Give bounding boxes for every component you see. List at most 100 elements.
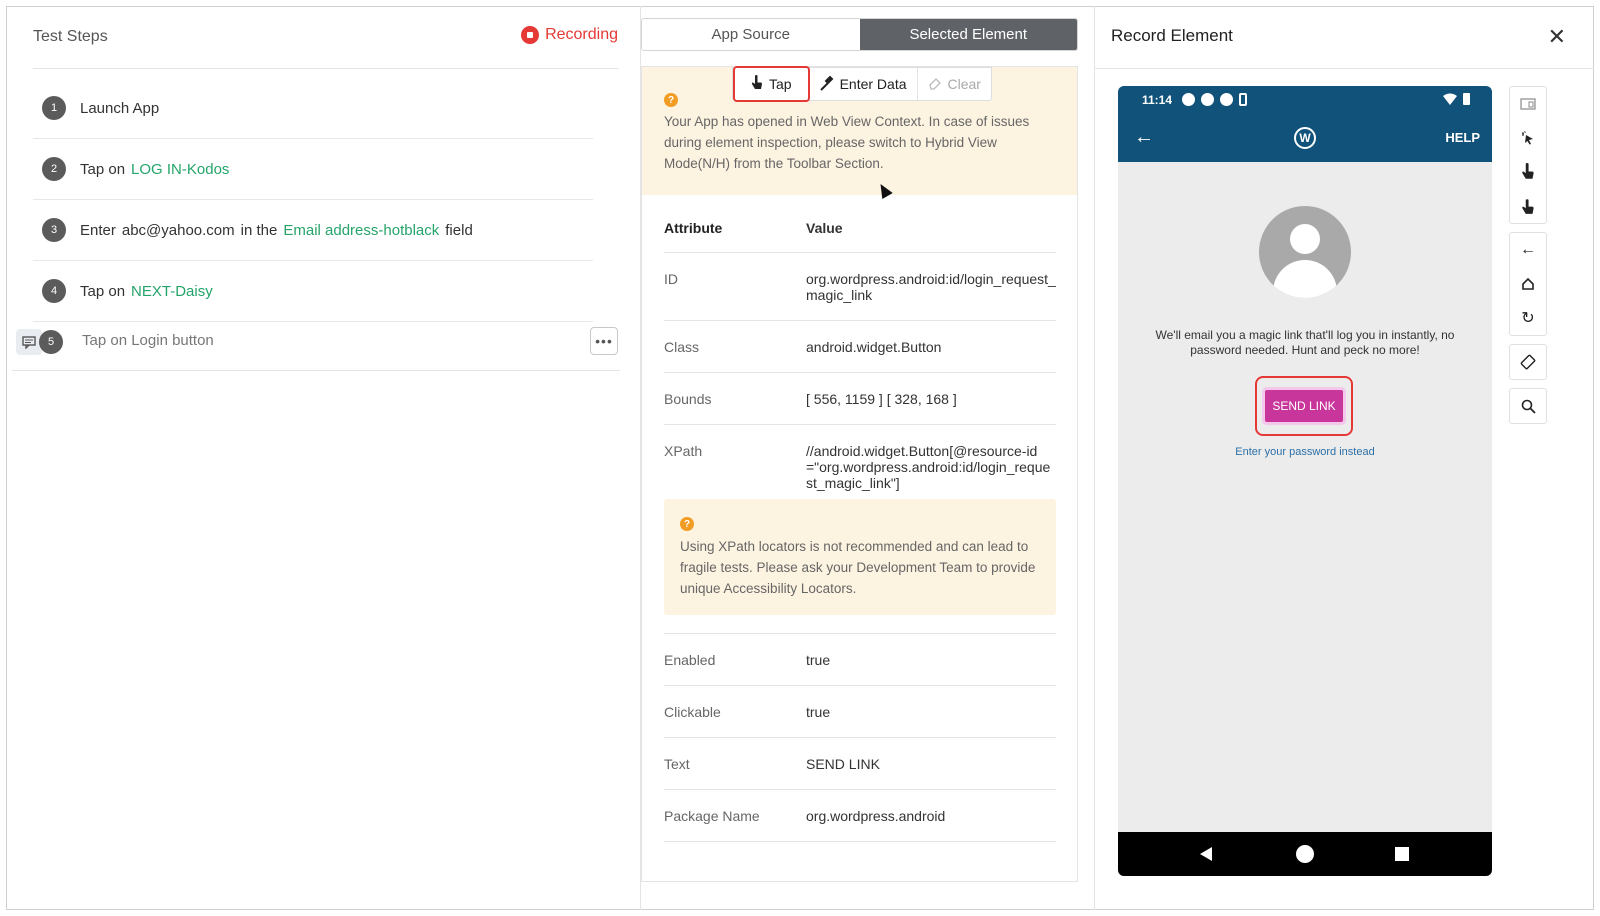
steps-list: 1 Launch App 2 Tap on LOG IN-Kodos 3 Ent… (33, 78, 593, 322)
keyboard-hand-icon (819, 75, 834, 94)
android-nav-bar (1118, 832, 1492, 876)
close-icon[interactable]: ✕ (1548, 24, 1566, 50)
app-bar: ← W HELP (1118, 114, 1492, 162)
step-text: Tap on Login button (82, 332, 214, 349)
tap-gesture-icon[interactable] (1510, 155, 1546, 189)
attr-value: android.widget.Button (806, 338, 942, 355)
step-text: Launch App (80, 99, 160, 117)
nav-back-icon[interactable] (1200, 847, 1212, 861)
xpath-warning: ? Using XPath locators is not recommende… (664, 499, 1056, 615)
divider (33, 68, 619, 69)
step-item[interactable]: 1 Launch App (33, 78, 593, 139)
action-toolbar: Tap Enter Data Clear (732, 66, 992, 102)
table-header: Attribute Value (664, 203, 1056, 253)
attr-key: Enabled (664, 651, 716, 668)
device-tools: ← ↻ (1509, 86, 1547, 432)
hand-pointer-icon (751, 74, 763, 94)
record-element-panel: Record Element ✕ 11:14 ← W HELP We'll em… (1095, 6, 1594, 910)
step-action: Enter (80, 221, 116, 239)
inspect-pointer-icon[interactable] (1510, 121, 1546, 155)
step-value: abc@yahoo.com (121, 221, 235, 239)
enter-password-link[interactable]: Enter your password instead (1118, 446, 1492, 458)
rotate-device-icon[interactable] (1510, 345, 1546, 379)
selected-element-highlight: SEND LINK (1255, 376, 1353, 436)
step-action: Tap on (80, 282, 126, 300)
attr-key: Class (664, 338, 700, 355)
step-action: Tap on (80, 160, 126, 178)
table-row[interactable]: Package Name org.wordpress.android (664, 790, 1056, 842)
table-row[interactable]: Enabled true (664, 634, 1056, 686)
nav-recents-icon[interactable] (1395, 847, 1409, 861)
step-item[interactable]: 3 Enter abc@yahoo.com in the Email addre… (33, 200, 593, 261)
device-home-icon[interactable] (1510, 267, 1546, 301)
recording-indicator[interactable]: Recording (521, 26, 618, 44)
table-row[interactable]: Class android.widget.Button (664, 321, 1056, 373)
send-link-button[interactable]: SEND LINK (1265, 390, 1343, 422)
help-link[interactable]: HELP (1445, 130, 1480, 145)
enter-data-button[interactable]: Enter Data (810, 68, 918, 100)
step-number: 2 (42, 157, 66, 181)
attr-key: Clickable (664, 703, 721, 720)
step-target-link[interactable]: Email address-hotblack (283, 222, 439, 239)
step-target-link[interactable]: NEXT-Daisy (131, 283, 213, 300)
search-icon[interactable] (1510, 389, 1546, 423)
step-number: 1 (42, 96, 66, 120)
attr-value: true (806, 703, 831, 720)
warning-text: Your App has opened in Web View Context.… (664, 114, 1030, 171)
sim-icon (1239, 93, 1247, 106)
value-header: Value (806, 219, 843, 236)
nav-home-icon[interactable] (1296, 845, 1314, 863)
divider (1095, 68, 1594, 69)
notification-icon (1182, 93, 1195, 106)
step-number: 4 (42, 279, 66, 303)
inspector-panel: App Source Selected Element ? Your App h… (641, 6, 1095, 910)
battery-icon (1463, 93, 1470, 105)
attr-value: [ 556, 1159 ] [ 328, 168 ] (806, 390, 957, 407)
record-stop-icon (521, 26, 540, 44)
attr-key: Package Name (664, 807, 760, 824)
attr-value: org.wordpress.android:id/login_request_m… (806, 271, 1056, 303)
clear-button[interactable]: Clear (918, 68, 991, 100)
test-steps-title: Test Steps (33, 28, 108, 45)
step-connector: in the (240, 221, 278, 239)
warning-icon: ? (664, 93, 678, 107)
more-options-button[interactable]: ••• (590, 327, 618, 355)
attr-value: //android.widget.Button[@resource-id="or… (806, 443, 1051, 491)
table-row[interactable]: Text SEND LINK (664, 738, 1056, 790)
mouse-cursor-icon (875, 180, 893, 200)
wordpress-logo-icon: W (1294, 127, 1316, 149)
screenshot-icon[interactable] (1510, 87, 1546, 121)
attr-value: SEND LINK (806, 755, 880, 772)
notification-icon (1201, 93, 1214, 106)
step-target-link[interactable]: LOG IN-Kodos (131, 161, 229, 178)
table-row[interactable]: XPath //android.widget.Button[@resource-… (664, 425, 1056, 491)
device-back-icon[interactable]: ← (1510, 233, 1546, 267)
attr-key: Text (664, 755, 690, 772)
step-item[interactable]: 2 Tap on LOG IN-Kodos (33, 139, 593, 200)
refresh-icon[interactable]: ↻ (1510, 301, 1546, 335)
record-element-title: Record Element (1111, 26, 1233, 45)
table-row[interactable]: ID org.wordpress.android:id/login_reques… (664, 253, 1056, 321)
inspector-tabs: App Source Selected Element (641, 18, 1078, 51)
attr-key: XPath (664, 443, 703, 459)
step-number: 5 (39, 330, 63, 354)
attributes-table: Attribute Value ID org.wordpress.android… (664, 203, 1056, 842)
table-row[interactable]: Bounds [ 556, 1159 ] [ 328, 168 ] (664, 373, 1056, 425)
tap-label: Tap (769, 76, 792, 92)
swipe-gesture-icon[interactable] (1510, 189, 1546, 223)
tap-button[interactable]: Tap (733, 66, 810, 102)
clear-label: Clear (947, 76, 981, 92)
step-item[interactable]: 4 Tap on NEXT-Daisy (33, 261, 593, 322)
attr-key: ID (664, 271, 678, 287)
attr-key: Bounds (664, 390, 712, 407)
warning-icon: ? (680, 517, 694, 531)
step-item-pending[interactable]: 5 Tap on Login button ••• (12, 321, 620, 371)
tab-selected-element[interactable]: Selected Element (859, 19, 1077, 50)
back-arrow-icon[interactable]: ← (1134, 126, 1154, 149)
device-screen[interactable]: 11:14 ← W HELP We'll email you a magic l… (1118, 86, 1492, 876)
enter-data-label: Enter Data (839, 76, 907, 92)
table-row[interactable]: Clickable true (664, 686, 1056, 738)
tab-app-source[interactable]: App Source (642, 19, 860, 50)
attr-value: org.wordpress.android (806, 807, 946, 824)
status-bar: 11:14 (1118, 86, 1492, 114)
